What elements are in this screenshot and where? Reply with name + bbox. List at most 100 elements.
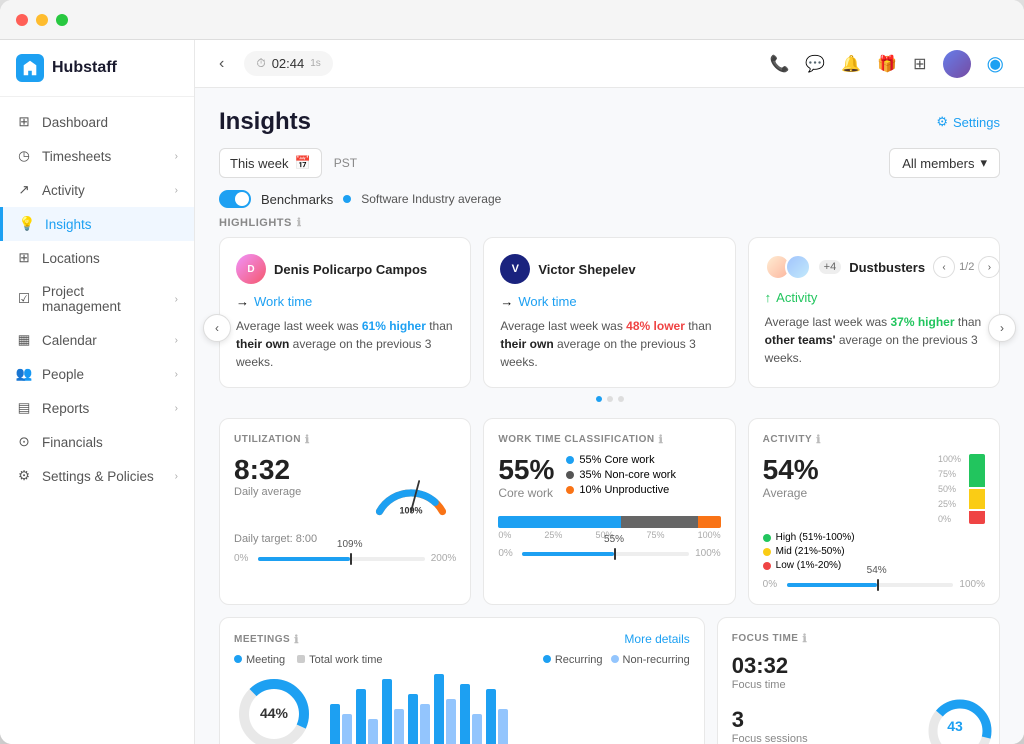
more-details-link[interactable]: More details (624, 632, 689, 646)
timer-display[interactable]: ⏱ 02:44 1s (244, 51, 332, 76)
focus-sessions-value: 3 (732, 707, 808, 733)
gift-icon[interactable]: 🎁 (877, 54, 897, 74)
sidebar-nav: ⊞ Dashboard ◷ Timesheets › ↗ Activity › … (0, 97, 194, 744)
metric-arrow-3: ↑ (765, 290, 772, 305)
recurring-dot (543, 655, 551, 663)
sidebar-item-calendar[interactable]: ▦ Calendar › (0, 323, 194, 357)
activity-axis-y: 100% 75% 50% 25% 0% (938, 454, 965, 524)
benchmark-ref-label: Software Industry average (361, 192, 501, 206)
close-button[interactable] (16, 14, 28, 26)
sidebar-item-dashboard[interactable]: ⊞ Dashboard (0, 105, 194, 139)
metric-arrow-1: → (236, 294, 249, 309)
card-next-button[interactable]: › (978, 256, 1000, 278)
highlight-card-1: D Denis Policarpo Campos → Work time Ave… (219, 237, 471, 388)
settings-link[interactable]: ⚙ Settings (936, 114, 1000, 130)
chevron-right-icon: › (175, 403, 178, 414)
toggle-knob (235, 192, 249, 206)
grid-icon: ⊞ (16, 114, 32, 130)
sidebar-item-financials[interactable]: ⊙ Financials (0, 425, 194, 459)
sidebar-item-label: Reports (42, 401, 165, 416)
non-recurring-dot (611, 655, 619, 663)
chevron-right-icon: › (175, 294, 178, 305)
wtc-progress-start: 0% (498, 548, 516, 559)
date-filter-label: This week (230, 156, 289, 171)
card-nav-label: 1/2 (959, 261, 974, 273)
phone-icon[interactable]: 📞 (769, 54, 789, 74)
carousel-next-button[interactable]: › (988, 314, 1016, 342)
avatar[interactable] (943, 50, 971, 78)
users-icon: 👥 (16, 366, 32, 382)
sidebar-item-insights[interactable]: 💡 Insights (0, 207, 194, 241)
chart-icon: ↗ (16, 182, 32, 198)
card-prev-button[interactable]: ‹ (933, 256, 955, 278)
chat-icon[interactable]: 💬 (805, 54, 825, 74)
chevron-right-icon: › (175, 471, 178, 482)
bell-icon[interactable]: 🔔 (841, 54, 861, 74)
dollar-icon: ⊙ (16, 434, 32, 450)
meetings-header: MEETINGS ℹ More details (234, 632, 690, 646)
activity-progress-end: 100% (959, 579, 985, 590)
meetings-donut: 44% (234, 674, 314, 744)
wtc-axis-0: 0% (498, 530, 511, 540)
chevron-down-icon: ▾ (980, 155, 987, 171)
utilization-sub: Daily average (234, 486, 301, 498)
sidebar-item-reports[interactable]: ▤ Reports › (0, 391, 194, 425)
activity-bar-low (969, 511, 985, 524)
bar-nonrecurring-7 (498, 709, 508, 744)
members-filter[interactable]: All members ▾ (889, 148, 1000, 178)
sidebar-item-settings-policies[interactable]: ⚙ Settings & Policies › (0, 459, 194, 493)
bar-recurring-6 (460, 684, 470, 744)
dot-1[interactable] (596, 396, 602, 402)
highlights-section-label: HIGHLIGHTS ℹ (195, 216, 1024, 237)
meetings-bars (330, 674, 690, 744)
wtc-label-core: 55% Core work (579, 454, 654, 466)
sidebar-item-timesheets[interactable]: ◷ Timesheets › (0, 139, 194, 173)
wtc-bar-core (498, 516, 620, 528)
bar-pair-3 (382, 679, 404, 744)
sidebar-item-people[interactable]: 👥 People › (0, 357, 194, 391)
settings-icon: ⚙ (16, 468, 32, 484)
avatar-group-dustbusters (765, 254, 811, 280)
wtc-title: WORK TIME CLASSIFICATION ℹ (498, 433, 720, 446)
bar-nonrecurring-3 (394, 709, 404, 744)
dot-3[interactable] (618, 396, 624, 402)
apps-icon[interactable]: ⊞ (913, 54, 926, 74)
wtc-axis-25: 25% (544, 530, 562, 540)
chevron-right-icon: › (175, 151, 178, 162)
gear-icon: ⚙ (936, 114, 948, 130)
highlight-card-2: V Victor Shepelev → Work time Average la… (483, 237, 735, 388)
activity-bar-chart (969, 454, 985, 524)
total-work-dot (297, 655, 305, 663)
sidebar-item-locations[interactable]: ⊞ Locations (0, 241, 194, 275)
benchmark-dot (343, 195, 351, 203)
highlight-card-3: +4 Dustbusters ‹ 1/2 › ↑ Activity (748, 237, 1000, 388)
activity-main: 54% (763, 454, 819, 486)
back-button[interactable]: ‹ (215, 51, 228, 77)
carousel-prev-button[interactable]: ‹ (203, 314, 231, 342)
sidebar-item-activity[interactable]: ↗ Activity › (0, 173, 194, 207)
settings-label: Settings (953, 115, 1000, 130)
meetings-body: 44% 152 Meetings $5239k (234, 674, 690, 744)
dot-2[interactable] (607, 396, 613, 402)
bar-recurring-7 (486, 689, 496, 744)
utilization-value: 8:32 (234, 454, 301, 486)
logo-text: Hubstaff (52, 59, 117, 77)
group-badge: +4 (819, 260, 842, 274)
wtc-axis-75: 75% (647, 530, 665, 540)
user-name-3: Dustbusters (849, 260, 925, 275)
date-filter[interactable]: This week 📅 (219, 148, 322, 178)
highlight-text-3: Average last week was 37% higher than ot… (765, 313, 983, 367)
sidebar-logo: Hubstaff (0, 40, 194, 97)
sidebar-item-label: Dashboard (42, 115, 178, 130)
minimize-button[interactable] (36, 14, 48, 26)
hubstaff-logo-icon: ◉ (987, 51, 1004, 76)
focus-card: FOCUS TIME ℹ 03:32 Focus time 3 Focus se… (717, 617, 1000, 744)
maximize-button[interactable] (56, 14, 68, 26)
focus-title: FOCUS TIME ℹ (732, 632, 985, 645)
filters-bar: This week 📅 PST All members ▾ (195, 148, 1024, 190)
sidebar-item-label: Timesheets (42, 149, 165, 164)
highlight-text-1: Average last week was 61% higher than th… (236, 317, 454, 371)
sidebar-item-project-management[interactable]: ☑ Project management › (0, 275, 194, 323)
benchmarks-toggle[interactable] (219, 190, 251, 208)
bar-nonrecurring-1 (342, 714, 352, 744)
